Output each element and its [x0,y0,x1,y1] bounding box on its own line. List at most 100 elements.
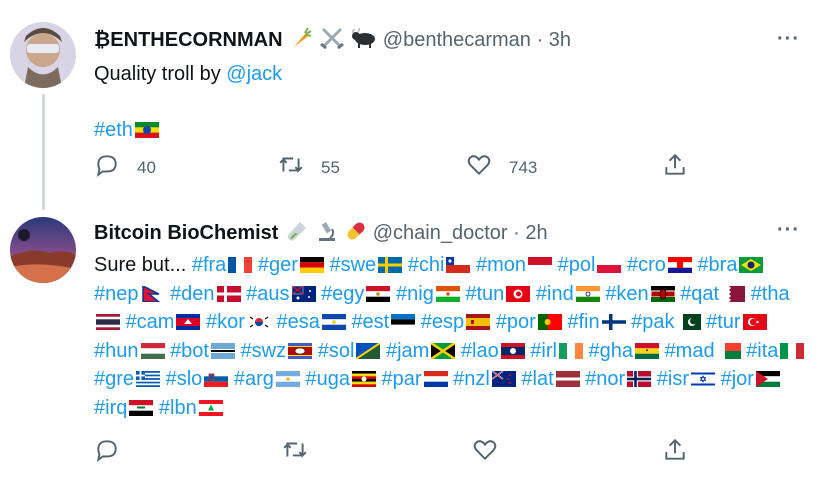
flag-icon-tun [504,283,531,305]
flag-icon-swz [286,340,313,362]
more-options-icon[interactable]: ··· [777,219,800,242]
hashtag-link[interactable]: #esa [277,311,320,333]
flag-icon-gha [633,340,659,362]
hashtag-link[interactable]: #hun [94,340,139,362]
flag-icon-lbn [197,397,223,419]
hashtag-link[interactable]: #ind [536,283,574,305]
author-name[interactable]: Bitcoin BioChemist [94,222,278,244]
flag-icon-nor [625,368,652,390]
hashtag-link[interactable]: #uga [305,368,350,390]
like-button[interactable] [472,437,498,468]
flag-icon-irl [557,340,583,362]
hashtag-link[interactable]: #aus [246,283,289,305]
hashtag-link[interactable]: #nig [396,283,434,305]
flag-icon-isr [689,368,716,390]
hashtag-link[interactable]: #cam [126,311,175,333]
hashtag-link[interactable]: #ita [746,340,778,362]
hashtag-link[interactable]: #mon [476,254,526,276]
tweet[interactable]: Bitcoin BioChemist @chain_doctor · 2h ··… [0,205,824,480]
hashtag-link[interactable]: #fin [567,311,599,333]
avatar[interactable] [10,22,76,88]
flag-icon-ger [298,254,324,276]
hashtag-link[interactable]: #fra [192,254,226,276]
flag-icon-nzl [490,368,516,390]
hashtag-link[interactable]: #kor [206,311,245,333]
hashtag-link[interactable]: #bra [697,254,737,276]
flag-icon-nig [434,283,460,305]
flag-icon-par [422,368,448,390]
hashtag-link[interactable]: #cro [627,254,666,276]
more-options-icon[interactable]: ··· [777,28,800,51]
flag-icon-lat [554,368,580,390]
share-button[interactable] [662,152,688,183]
timestamp[interactable]: 2h [525,222,547,244]
hashtag-link[interactable]: #swz [241,340,287,362]
hashtag-link[interactable]: #sol [318,340,355,362]
flag-icon-lao [499,340,525,362]
hashtag-link[interactable]: #nor [585,368,625,390]
flag-icon-esa [320,311,346,333]
hashtag-link[interactable]: #jor [721,368,754,390]
hashtag-link[interactable]: #par [382,368,422,390]
hashtag-link[interactable]: #est [351,311,389,333]
hashtag-link[interactable]: #den [170,283,215,305]
mention-link[interactable]: @jack [226,63,282,85]
hashtag-link[interactable]: #lat [521,368,553,390]
flag-icon-est [389,311,416,333]
hashtag-link[interactable]: #chi [408,254,445,276]
hashtag-link[interactable]: #tun [465,283,504,305]
flag-icon-hun [139,340,165,362]
retweet-icon [282,437,308,468]
hashtag-link[interactable]: #irq [94,397,127,419]
hashtag-link[interactable]: #nzl [453,368,490,390]
flag-icon-aus [290,283,316,305]
hashtag-link[interactable]: #arg [234,368,274,390]
hashtag-link[interactable]: #nep [94,283,139,305]
hashtag-link[interactable]: #jam [386,340,429,362]
author-handle[interactable]: @chain_doctor [373,222,508,244]
tweet[interactable]: ₿ENTHECORNMAN @benthecarman · 3h ··· Qua… [0,0,824,210]
hashtag-link[interactable]: #egy [321,283,364,305]
share-button[interactable] [662,437,688,468]
reply-button[interactable] [94,437,120,468]
reply-button[interactable]: 40 [94,152,156,183]
flag-icon-den [215,283,241,305]
flag-icon-sol [354,340,381,362]
hashtag-link[interactable]: #pak [631,311,674,333]
flag-icon-cro [666,254,692,276]
author-name[interactable]: ₿ENTHECORNMAN [94,29,283,51]
author-handle[interactable]: @benthecarman [383,29,531,51]
hashtag-link[interactable]: #tha [751,283,790,305]
hashtag-link[interactable]: #ken [605,283,648,305]
hashtag-link[interactable]: #gre [94,368,134,390]
retweet-button[interactable] [282,437,308,468]
hashtag-link[interactable]: #pol [558,254,596,276]
avatar[interactable] [10,217,76,283]
hashtag-link[interactable]: #lao [461,340,499,362]
hashtag-link[interactable]: #eth [94,119,133,141]
hashtag-link[interactable]: #irl [530,340,557,362]
hashtag-link[interactable]: #esp [421,311,464,333]
flag-icon-uga [350,368,376,390]
like-count: 743 [509,157,538,177]
pill-icon [345,220,367,248]
flag-icon-nep [139,283,165,305]
hashtag-link[interactable]: #tur [706,311,740,333]
hashtag-link[interactable]: #isr [657,368,689,390]
like-button[interactable]: 743 [466,152,537,183]
hashtag-link[interactable]: #por [496,311,536,333]
tweet-text: Sure but... #fra #ger #swe #chi #mon #po… [94,251,809,422]
hashtag-link[interactable]: #gha [589,340,634,362]
hashtag-link[interactable]: #mad [665,340,715,362]
tweet-text-prefix: Sure but... [94,254,192,276]
hashtag-link[interactable]: #qat [680,283,719,305]
hashtag-link[interactable]: #bot [170,340,209,362]
hashtag-link[interactable]: #slo [166,368,203,390]
hashtag-link[interactable]: #lbn [159,397,197,419]
hashtag-link[interactable]: #swe [329,254,376,276]
timestamp[interactable]: 3h [549,29,571,51]
flag-icon-tha [94,311,120,333]
hashtag-link[interactable]: #ger [258,254,298,276]
retweet-button[interactable]: 55 [278,152,340,183]
flag-icon-mad [715,340,741,362]
